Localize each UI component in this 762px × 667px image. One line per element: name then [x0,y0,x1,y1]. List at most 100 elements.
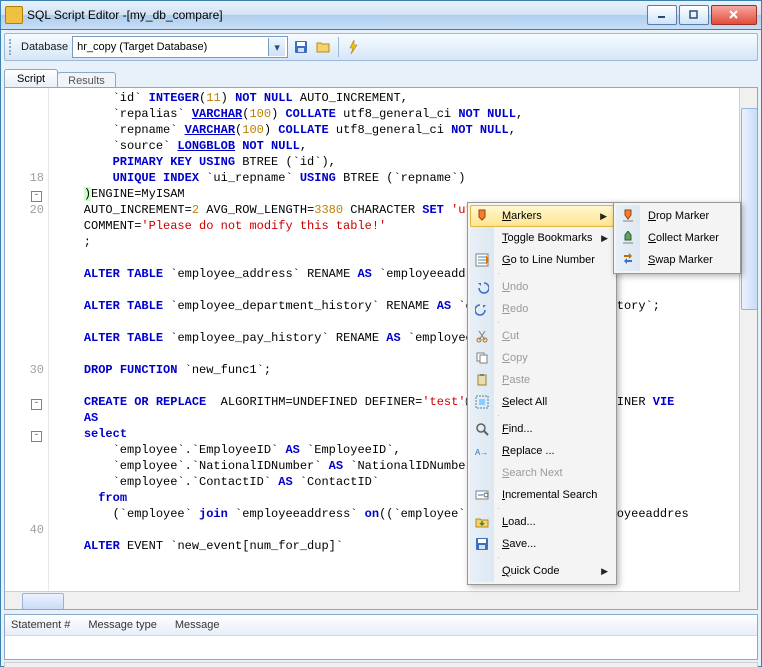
find-icon [474,421,490,437]
code-line[interactable]: ALTER EVENT `new_event[num_for_dup]` [55,538,740,554]
line-number: 18 [5,170,44,186]
code-line[interactable]: `source` LONGBLOB NOT NULL, [55,138,740,154]
bottom-scrollbar[interactable] [4,662,758,667]
drop-marker-icon [620,208,636,224]
open-button[interactable] [314,38,332,56]
toolbar-grip[interactable] [9,39,15,55]
line-number [5,442,44,458]
code-line[interactable]: (`employee` join `employeeaddress` on((`… [55,506,740,522]
minimize-button[interactable] [647,5,677,25]
menu-item-label: Cut [502,330,519,342]
menu-item-redo: Redo [470,298,614,320]
fold-toggle[interactable]: - [31,191,42,202]
vertical-scrollbar[interactable] [739,88,757,592]
line-number: - [5,186,44,202]
line-number [5,138,44,154]
menu-item-incremental-search[interactable]: Incremental Search [470,484,614,506]
code-line[interactable]: `employee`.`EmployeeID` AS `EmployeeID`, [55,442,740,458]
code-line[interactable]: ALTER TABLE `employee_pay_history` RENAM… [55,330,740,346]
line-number [5,474,44,490]
line-number [5,554,44,570]
menu-item-label: Replace ... [502,445,555,457]
menu-item-go-to-line-number[interactable]: Go to Line Number [470,249,614,271]
menu-separator [498,557,499,558]
code-line[interactable]: `id` INTEGER(11) NOT NULL AUTO_INCREMENT… [55,90,740,106]
menu-item-paste: Paste [470,369,614,391]
menu-item-save[interactable]: Save... [470,533,614,555]
line-number [5,266,44,282]
menu-separator [498,322,499,323]
code-line[interactable]: `employee`.`NationalIDNumber` AS `Nation… [55,458,740,474]
code-line[interactable] [55,346,740,362]
line-number [5,234,44,250]
database-label: Database [21,41,68,53]
menu-item-label: Incremental Search [502,489,597,501]
execute-button[interactable] [345,38,363,56]
database-combo[interactable]: hr_copy (Target Database) ▾ [72,36,288,58]
code-content[interactable]: `id` INTEGER(11) NOT NULL AUTO_INCREMENT… [49,88,740,592]
line-number [5,298,44,314]
collect-marker-icon [620,230,636,246]
menu-item-label: Redo [502,303,528,315]
line-number: - [5,426,44,442]
menu-item-replace[interactable]: A→B Replace ... [470,440,614,462]
menu-item-collect-marker[interactable]: Collect Marker [616,227,738,249]
copy-icon [474,350,490,366]
menu-item-swap-marker[interactable]: Swap Marker [616,249,738,271]
code-editor[interactable]: 18-2030--40 `id` INTEGER(11) NOT NULL AU… [4,87,758,610]
code-line[interactable] [55,522,740,538]
code-line[interactable]: PRIMARY KEY USING BTREE (`id`), [55,154,740,170]
code-line[interactable]: `repalias` VARCHAR(100) COLLATE utf8_gen… [55,106,740,122]
code-line[interactable] [55,314,740,330]
message-body [5,636,757,658]
code-line[interactable]: select [55,426,740,442]
title-bar: SQL Script Editor -[my_db_compare] [0,0,762,30]
code-line[interactable]: from [55,490,740,506]
markers-submenu[interactable]: Drop MarkerCollect MarkerSwap Marker [613,202,741,274]
line-number [5,122,44,138]
submenu-arrow-icon: ▶ [600,211,607,222]
gutter: 18-2030--40 [5,88,49,592]
menu-item-toggle-bookmarks[interactable]: Toggle Bookmarks▶ [470,227,614,249]
tab-script[interactable]: Script [4,69,58,88]
code-line[interactable]: UNIQUE INDEX `ui_repname` USING BTREE (`… [55,170,740,186]
code-line[interactable]: `repname` VARCHAR(100) COLLATE utf8_gene… [55,122,740,138]
blank-icon [474,563,490,579]
maximize-button[interactable] [679,5,709,25]
code-line[interactable]: )ENGINE=MyISAM [55,186,740,202]
load-icon [474,514,490,530]
code-line[interactable] [55,282,740,298]
menu-separator [498,273,499,274]
horizontal-scrollbar[interactable] [5,591,740,609]
menu-item-find[interactable]: Find... [470,418,614,440]
line-number [5,282,44,298]
app-icon [5,6,23,24]
code-line[interactable]: `employee`.`ContactID` AS `ContactID` [55,474,740,490]
code-line[interactable] [55,378,740,394]
line-number [5,314,44,330]
redo-icon [474,301,490,317]
line-number [5,538,44,554]
col-message-type: Message type [88,619,156,631]
menu-item-select-all[interactable]: Select All [470,391,614,413]
cut-icon [474,328,490,344]
menu-item-drop-marker[interactable]: Drop Marker [616,205,738,227]
code-line[interactable] [55,554,740,570]
menu-item-load[interactable]: Load... [470,511,614,533]
code-line[interactable]: CREATE OR REPLACE ALGORITHM=UNDEFINED DE… [55,394,740,410]
close-button[interactable] [711,5,757,25]
replace-icon: A→B [474,443,490,459]
fold-toggle[interactable]: - [31,431,42,442]
context-menu[interactable]: Markers▶Toggle Bookmarks▶Go to Line Numb… [467,202,617,585]
col-statement: Statement # [11,619,70,631]
code-line[interactable]: DROP FUNCTION `new_func1`; [55,362,740,378]
menu-item-quick-code[interactable]: Quick Code▶ [470,560,614,582]
menu-item-undo: Undo [470,276,614,298]
fold-toggle[interactable]: - [31,399,42,410]
chevron-down-icon[interactable]: ▾ [268,38,285,56]
undo-icon [474,279,490,295]
code-line[interactable]: ALTER TABLE `employee_department_history… [55,298,740,314]
menu-item-markers[interactable]: Markers▶ [470,205,614,227]
code-line[interactable]: AS [55,410,740,426]
save-button[interactable] [292,38,310,56]
